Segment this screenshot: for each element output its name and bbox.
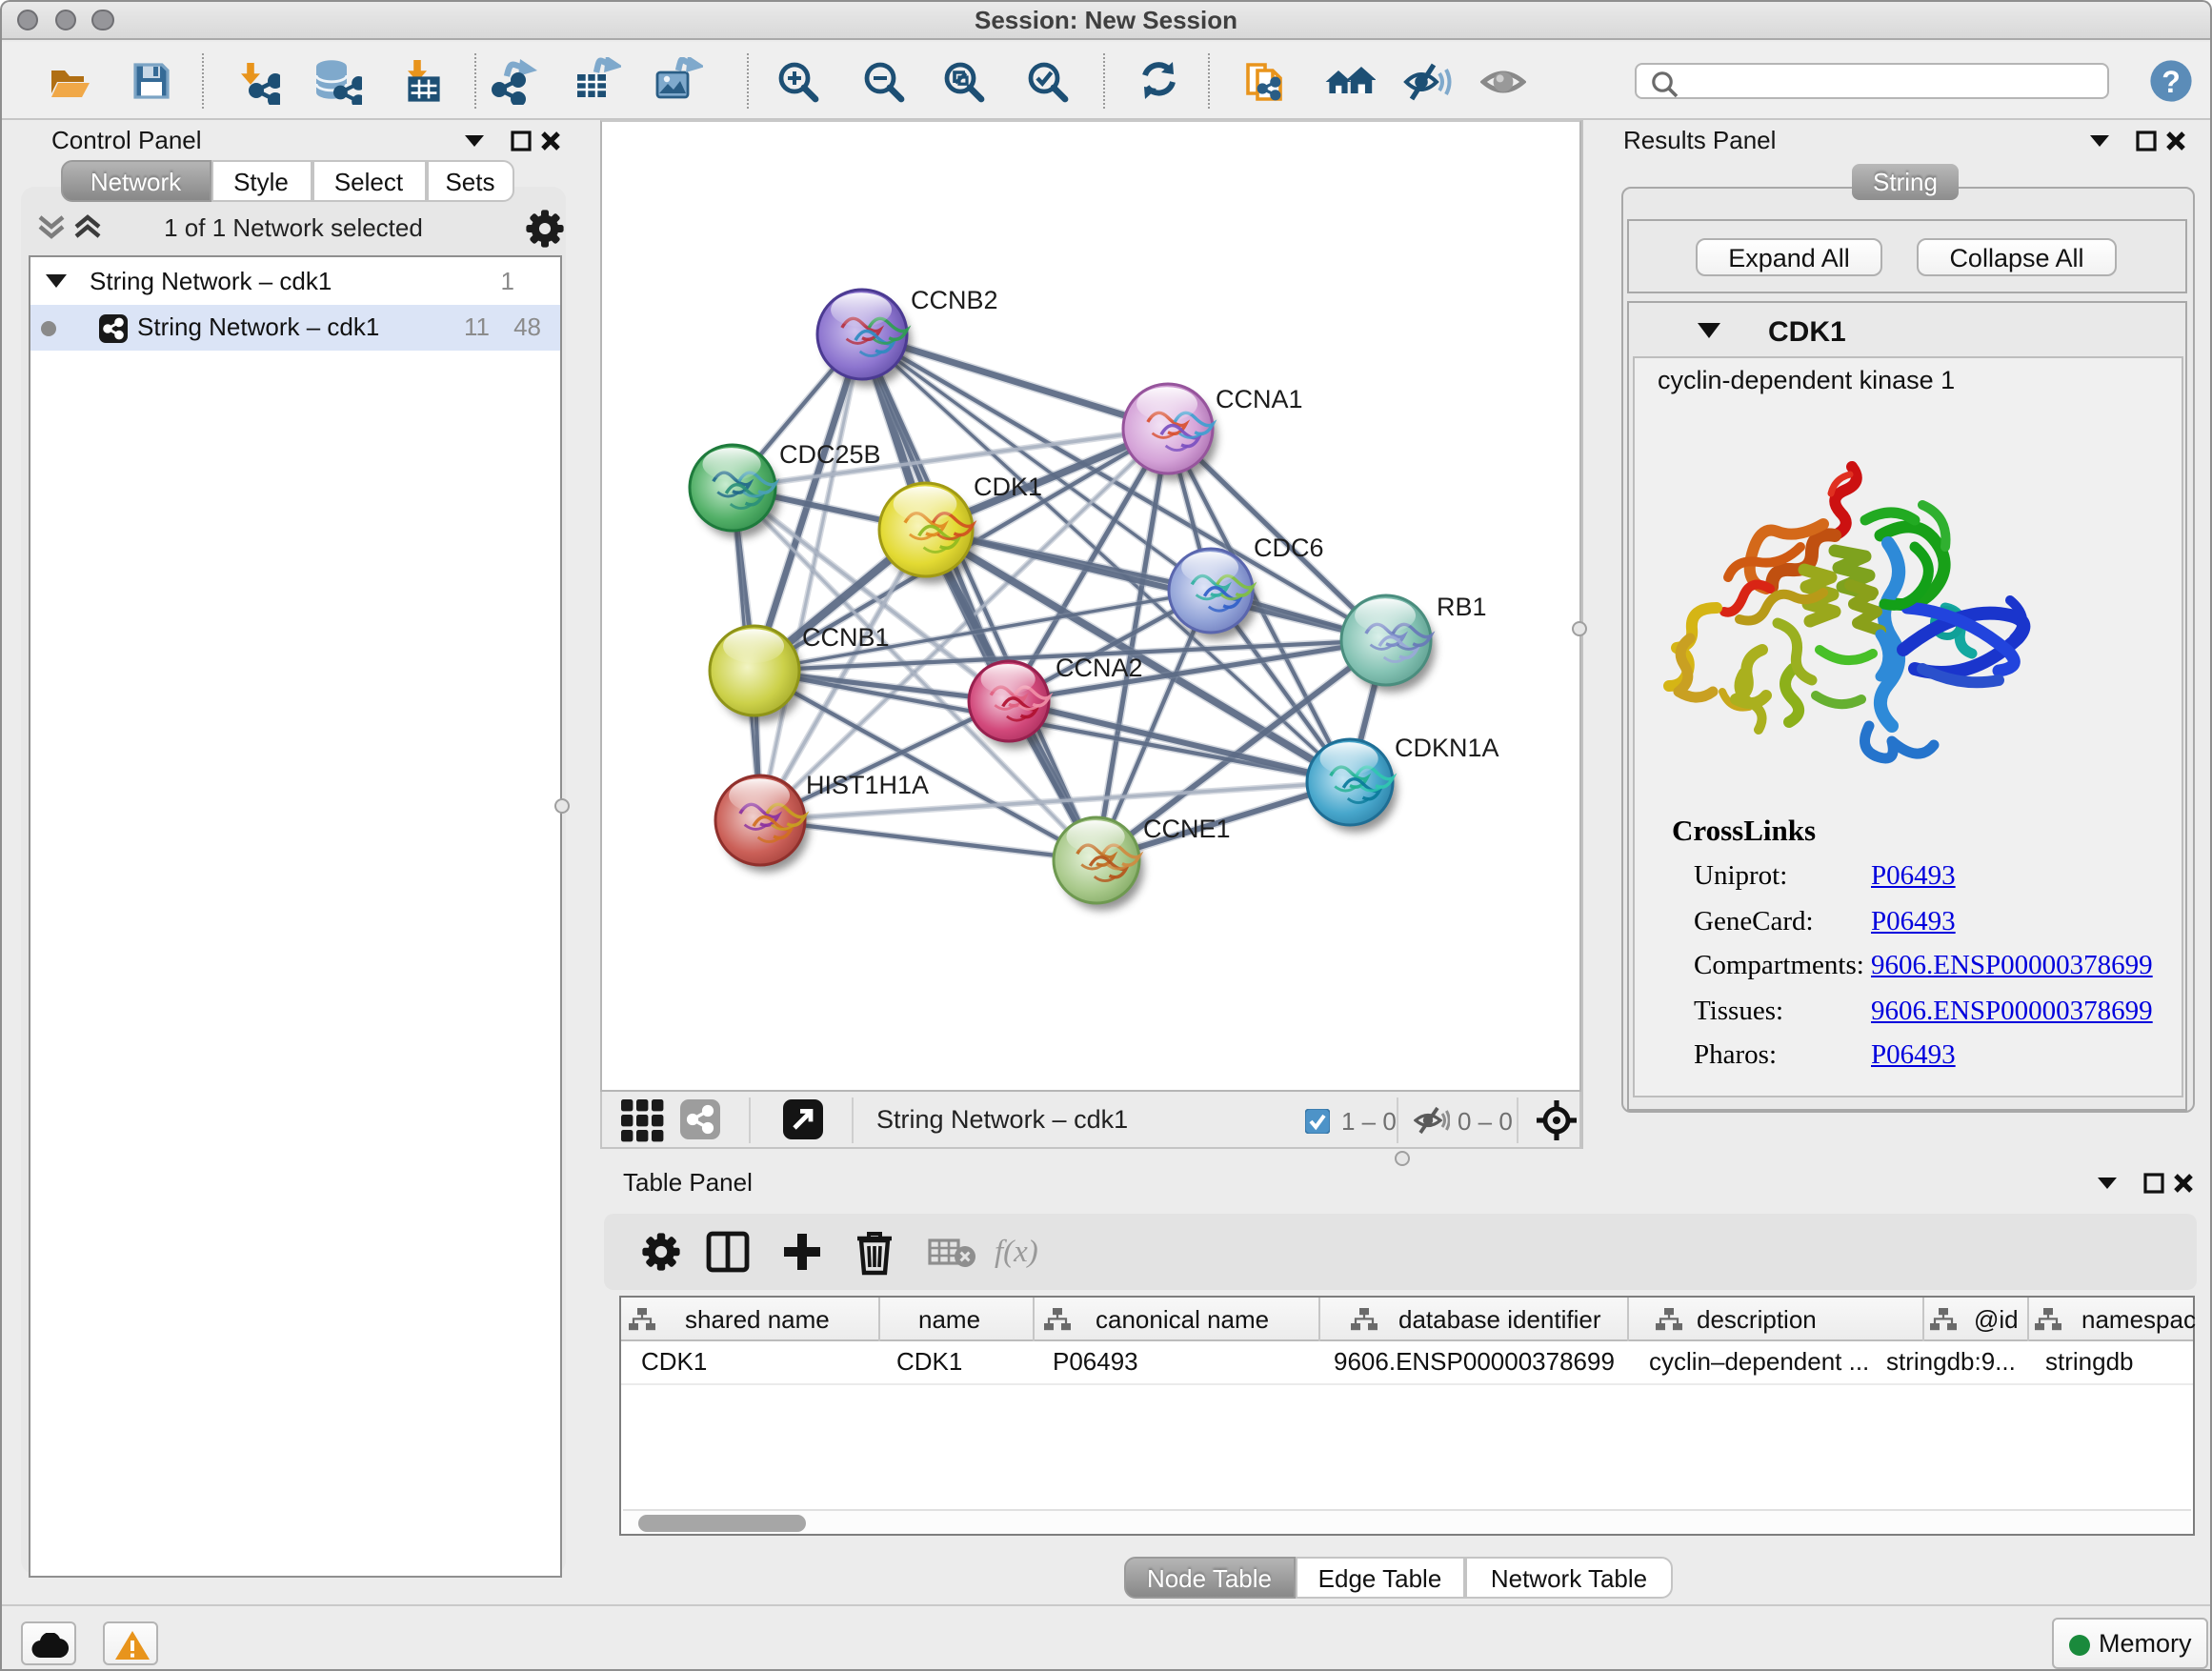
svg-text:CDC6: CDC6: [1254, 534, 1324, 562]
svg-text:CDC25B: CDC25B: [779, 440, 881, 469]
svg-text:CCNB2: CCNB2: [911, 286, 998, 314]
svg-text:HIST1H1A: HIST1H1A: [806, 771, 929, 799]
svg-text:CCNE1: CCNE1: [1143, 815, 1231, 843]
svg-text:CDK1: CDK1: [974, 473, 1042, 501]
svg-text:RB1: RB1: [1437, 593, 1487, 621]
svg-text:CCNA2: CCNA2: [1056, 654, 1143, 682]
svg-text:CCNB1: CCNB1: [802, 623, 890, 652]
svg-text:CCNA1: CCNA1: [1216, 385, 1303, 413]
svg-text:?: ?: [2161, 64, 2180, 98]
svg-text:CDKN1A: CDKN1A: [1395, 734, 1499, 762]
